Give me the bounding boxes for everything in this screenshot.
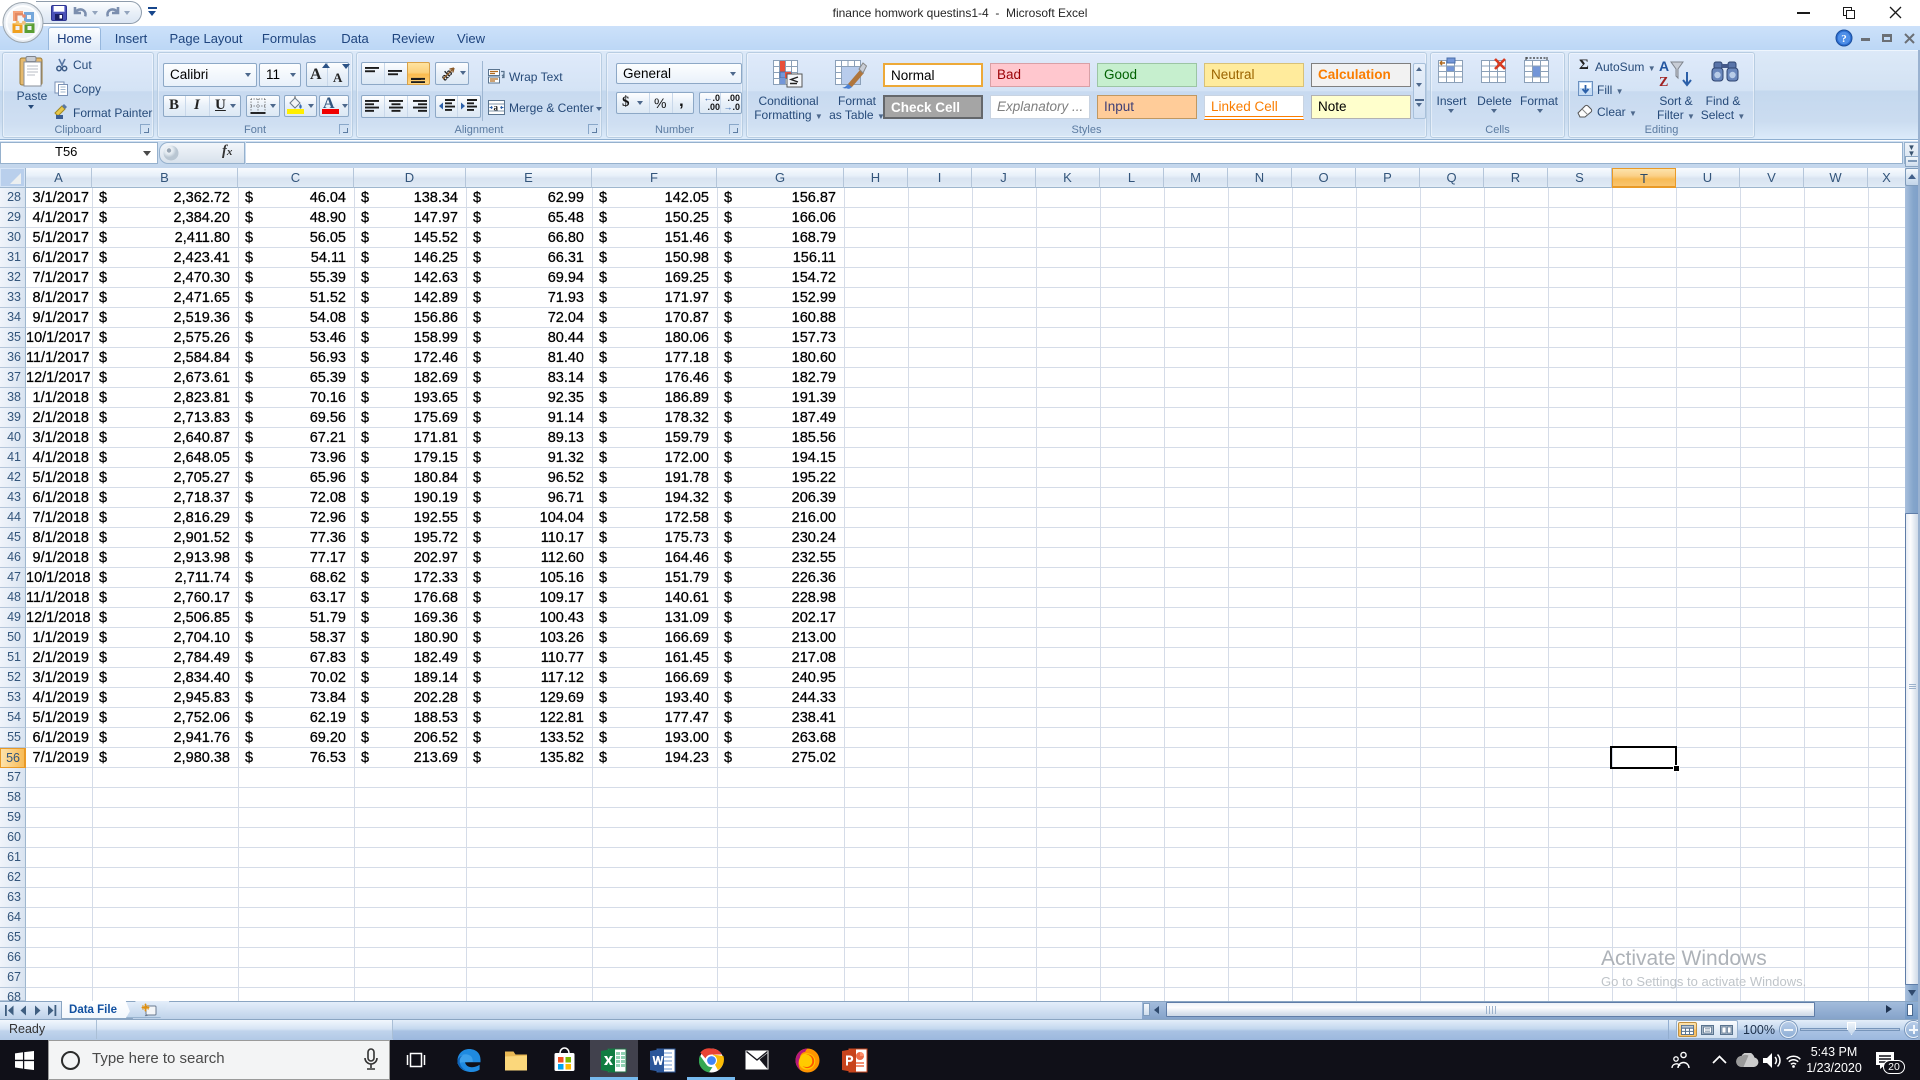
svg-text:Z: Z [1659, 75, 1668, 90]
svg-text:a: a [494, 103, 499, 113]
svg-text:A: A [1659, 58, 1669, 74]
svg-text:?: ? [1841, 33, 1847, 45]
